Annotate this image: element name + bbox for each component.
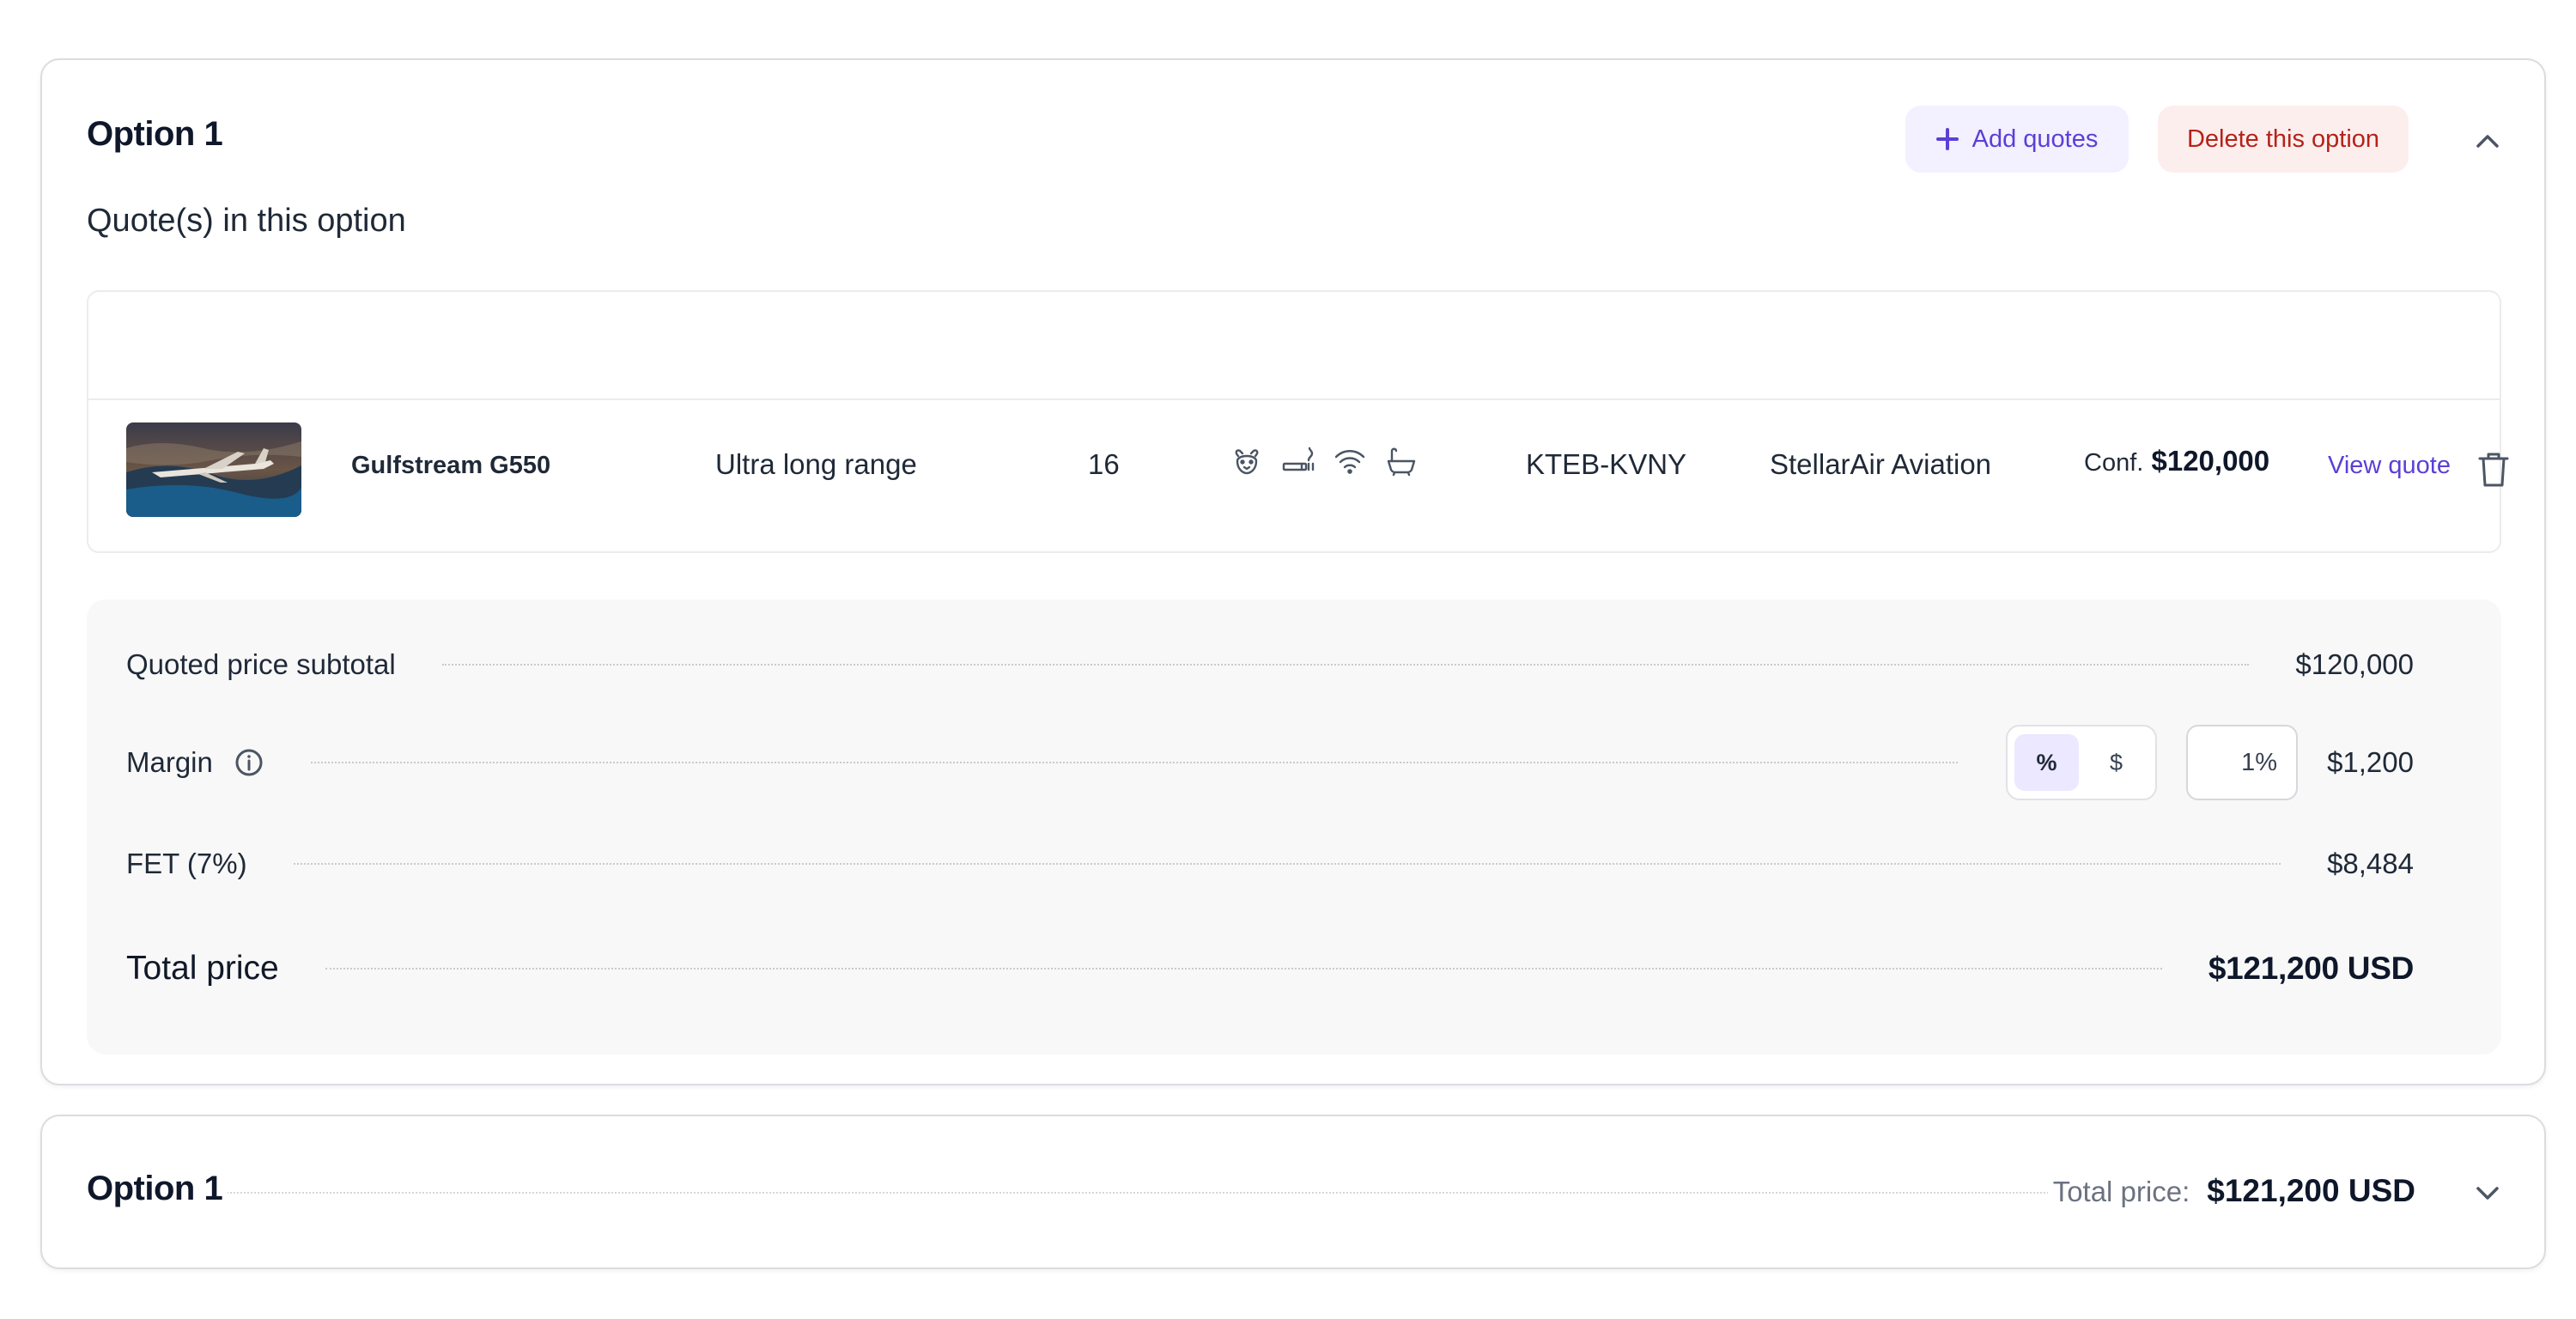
price-summary: Quoted price subtotal $120,000 Margin % … <box>87 599 2501 1055</box>
add-quotes-button[interactable]: Add quotes <box>1905 106 2129 173</box>
collapsed-total-label: Total price: <box>2052 1176 2190 1207</box>
amenities-list <box>1229 443 1419 479</box>
fet-row: FET (7%) $8,484 <box>126 842 2414 886</box>
smoking-icon <box>1280 443 1316 479</box>
aircraft-image <box>126 422 301 517</box>
table-header <box>88 292 2500 400</box>
leader-dots <box>325 968 2162 969</box>
pet-friendly-icon <box>1229 443 1265 479</box>
aircraft-category: Ultra long range <box>715 448 917 480</box>
price-value: $120,000 <box>2151 445 2270 477</box>
route: KTEB-KVNY <box>1526 448 1687 480</box>
total-value: $121,200 USD <box>2208 951 2414 986</box>
chevron-up-icon[interactable] <box>2469 122 2506 160</box>
margin-label: Margin <box>126 746 213 778</box>
option-title: Option 1 <box>87 1170 228 1208</box>
option-card-collapsed[interactable]: Option 1 Total price: $121,200 USD <box>40 1115 2546 1269</box>
lavatory-icon <box>1383 443 1419 479</box>
delete-option-button[interactable]: Delete this option <box>2158 106 2409 173</box>
quotes-table: Gulfstream G550 Ultra long range 16 KTEB… <box>87 290 2509 553</box>
price-status-label: Conf. <box>2084 449 2144 477</box>
collapsed-total-value: $121,200 USD <box>2207 1173 2415 1208</box>
add-quotes-label: Add quotes <box>1971 125 2099 153</box>
collapsed-total: Total price: $121,200 USD <box>2047 1173 2415 1209</box>
seat-count: 16 <box>1088 448 1120 480</box>
view-quote-link[interactable]: View quote <box>2328 452 2451 480</box>
margin-type-toggle: % $ <box>2006 725 2158 800</box>
total-label: Total price <box>126 950 279 987</box>
margin-percent-option[interactable]: % <box>2014 734 2080 791</box>
quote-price: Conf. $120,000 <box>2084 445 2269 477</box>
margin-row: Margin % $ 1% $1,200 <box>126 725 2414 800</box>
chevron-down-icon[interactable] <box>2469 1175 2506 1213</box>
margin-value: $1,200 <box>2327 746 2414 778</box>
operator-name: StellarAir Aviation <box>1770 448 1992 480</box>
subtotal-value: $120,000 <box>2295 648 2414 680</box>
trash-icon[interactable] <box>2476 450 2512 489</box>
wifi-icon <box>1332 443 1368 479</box>
option-card-expanded: Option 1 Add quotes Delete this option Q… <box>40 58 2546 1085</box>
subtotal-label: Quoted price subtotal <box>126 648 396 680</box>
margin-dollar-option[interactable]: $ <box>2084 734 2148 791</box>
option-title: Option 1 <box>87 115 223 153</box>
plus-icon <box>1935 128 1959 150</box>
table-row: Gulfstream G550 Ultra long range 16 KTEB… <box>88 400 2509 551</box>
total-row: Total price $121,200 USD <box>126 943 2414 994</box>
subtotal-row: Quoted price subtotal $120,000 <box>126 642 2414 687</box>
margin-label-group: Margin <box>126 746 264 779</box>
margin-input[interactable]: 1% <box>2186 725 2299 800</box>
leader-dots <box>310 762 1959 763</box>
fet-value: $8,484 <box>2327 848 2414 879</box>
info-icon[interactable] <box>234 747 264 778</box>
leader-dots <box>441 664 2250 666</box>
quotes-subheading: Quote(s) in this option <box>87 203 406 239</box>
aircraft-model: Gulfstream G550 <box>351 452 551 479</box>
leader-dots <box>293 863 2281 865</box>
fet-label: FET (7%) <box>126 848 247 879</box>
